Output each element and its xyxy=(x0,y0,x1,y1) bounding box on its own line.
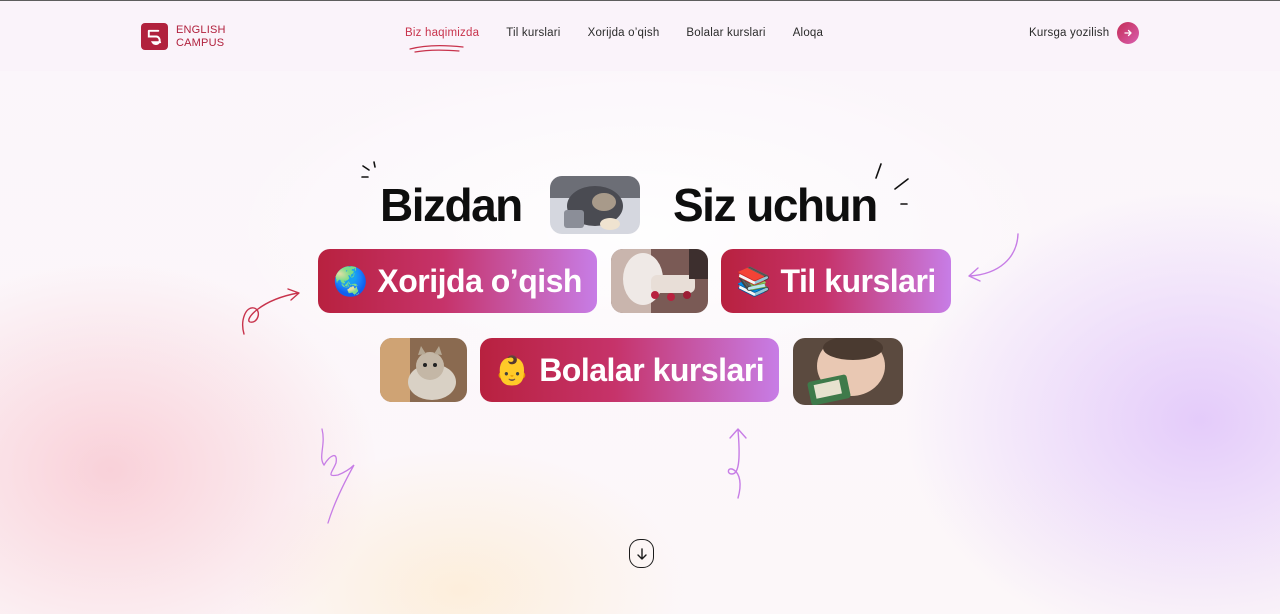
hero-word-siz-uchun: Siz uchun xyxy=(673,179,878,231)
kids-courses-pill[interactable]: 👶 Bolalar kurslari xyxy=(480,338,779,402)
hero-word-bizdan: Bizdan xyxy=(380,179,523,231)
language-courses-label: Til kurslari xyxy=(780,262,937,299)
zigzag-doodle-icon xyxy=(321,428,355,524)
curly-arrow-right-icon xyxy=(968,233,1019,282)
books-icon: 📚 xyxy=(736,265,771,297)
globe-icon: 🌏 xyxy=(333,265,368,297)
photo-students xyxy=(550,176,640,234)
enroll-button[interactable]: Kursga yozilish xyxy=(1029,22,1140,44)
arrow-right-icon xyxy=(1117,22,1140,44)
nav-item-study-abroad[interactable]: Xorijda o’qish xyxy=(588,27,660,39)
brand-line-1: ENGLISH xyxy=(176,23,226,36)
nav-item-contact[interactable]: Aloqa xyxy=(793,27,823,39)
photo-airplane xyxy=(611,249,708,313)
brand-line-2: CAMPUS xyxy=(176,36,225,49)
site-header: ENGLISH CAMPUS Biz haqimizda Til kurslar… xyxy=(0,1,1280,71)
baby-icon: 👶 xyxy=(494,354,530,386)
loop-arrow-up-icon xyxy=(727,428,747,499)
sparkle-left-icon xyxy=(361,161,376,178)
active-underline-icon xyxy=(409,45,464,53)
main-nav: Biz haqimizda Til kurslari Xorijda o’qis… xyxy=(405,27,823,39)
kids-courses-label: Bolalar kurslari xyxy=(539,351,765,388)
nav-item-about[interactable]: Biz haqimizda xyxy=(405,27,479,39)
brand-logo[interactable]: ENGLISH CAMPUS xyxy=(141,23,226,50)
study-abroad-label: Xorijda o’qish xyxy=(377,262,582,299)
arrow-down-icon xyxy=(636,547,647,560)
curly-arrow-left-icon xyxy=(242,288,300,335)
nav-item-language-courses[interactable]: Til kurslari xyxy=(506,27,560,39)
nav-item-kids-courses[interactable]: Bolalar kurslari xyxy=(686,27,765,39)
logo-mark-icon xyxy=(141,23,168,50)
enroll-label: Kursga yozilish xyxy=(1029,27,1110,39)
photo-cat xyxy=(380,338,467,402)
scroll-down-button[interactable] xyxy=(629,539,654,568)
language-courses-pill[interactable]: 📚 Til kurslari xyxy=(721,249,951,313)
photo-child-reading xyxy=(793,338,903,405)
study-abroad-pill[interactable]: 🌏 Xorijda o’qish xyxy=(318,249,597,313)
brand-name: ENGLISH CAMPUS xyxy=(176,24,226,50)
